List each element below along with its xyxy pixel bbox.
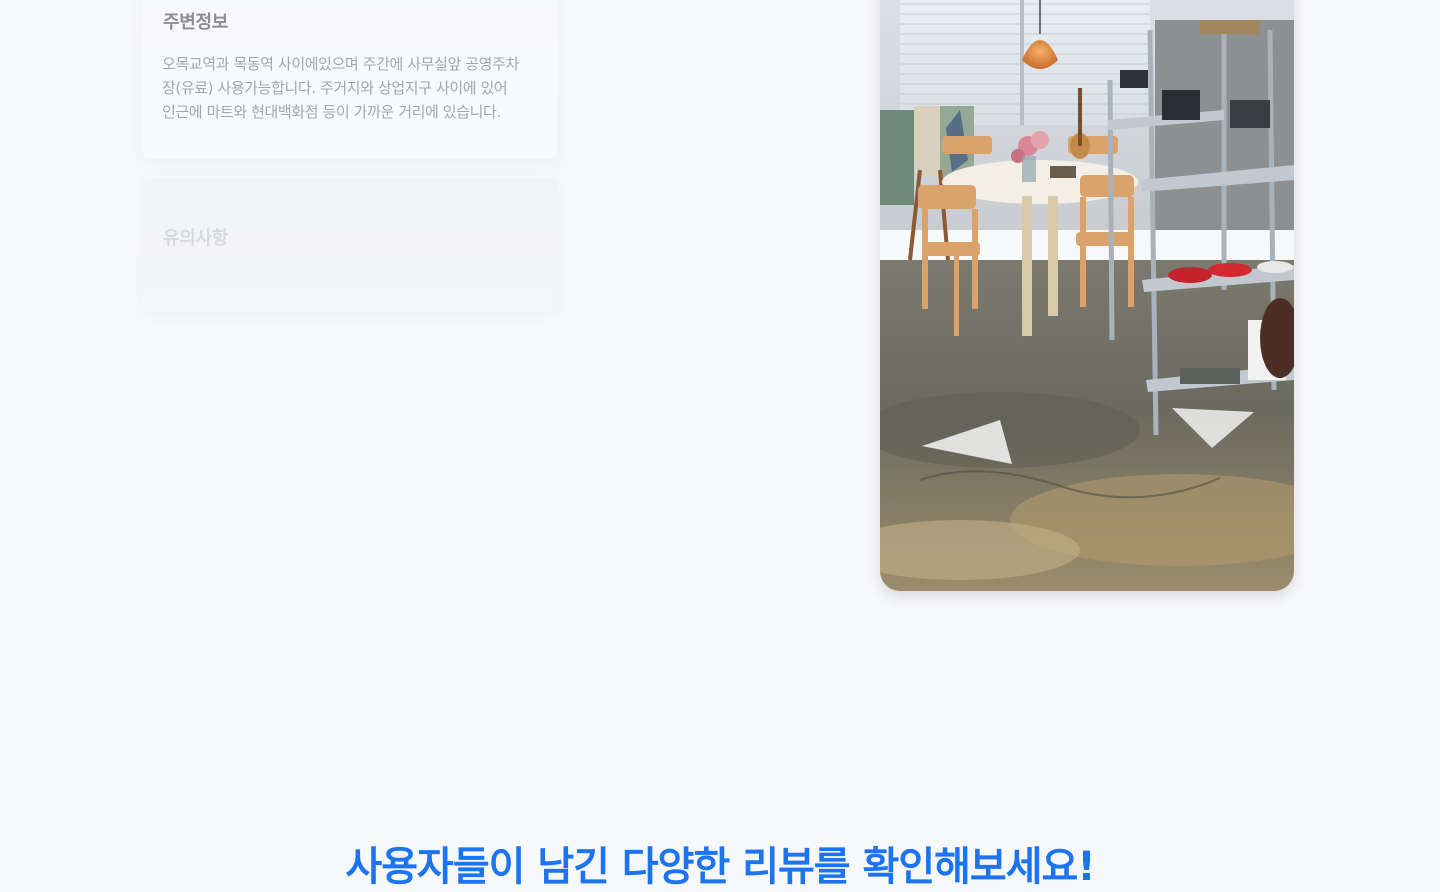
notice-card[interactable]: 유의사항 bbox=[142, 178, 558, 312]
gallery-next-button[interactable] bbox=[1172, 408, 1254, 448]
chevron-left-icon bbox=[922, 420, 1012, 464]
reviews-section-title: 사용자들이 남긴 다양한 리뷰를 확인해보세요! bbox=[345, 844, 1095, 890]
chevron-right-icon bbox=[1172, 408, 1254, 448]
nearby-info-text: 오목교역과 목동역 사이에있으며 주간에 사무실앞 공영주차 장(유료) 사용가… bbox=[162, 55, 519, 121]
space-photo-illustration bbox=[880, 0, 1294, 591]
notice-title: 유의사항 bbox=[163, 228, 229, 249]
nearby-info-title: 주변정보 bbox=[163, 12, 229, 33]
gallery-prev-button[interactable] bbox=[922, 420, 1012, 466]
nearby-info-card: 주변정보 오목교역과 목동역 사이에있으며 주간에 사무실앞 공영주차 장(유료… bbox=[142, 0, 558, 158]
space-photo bbox=[880, 0, 1294, 591]
